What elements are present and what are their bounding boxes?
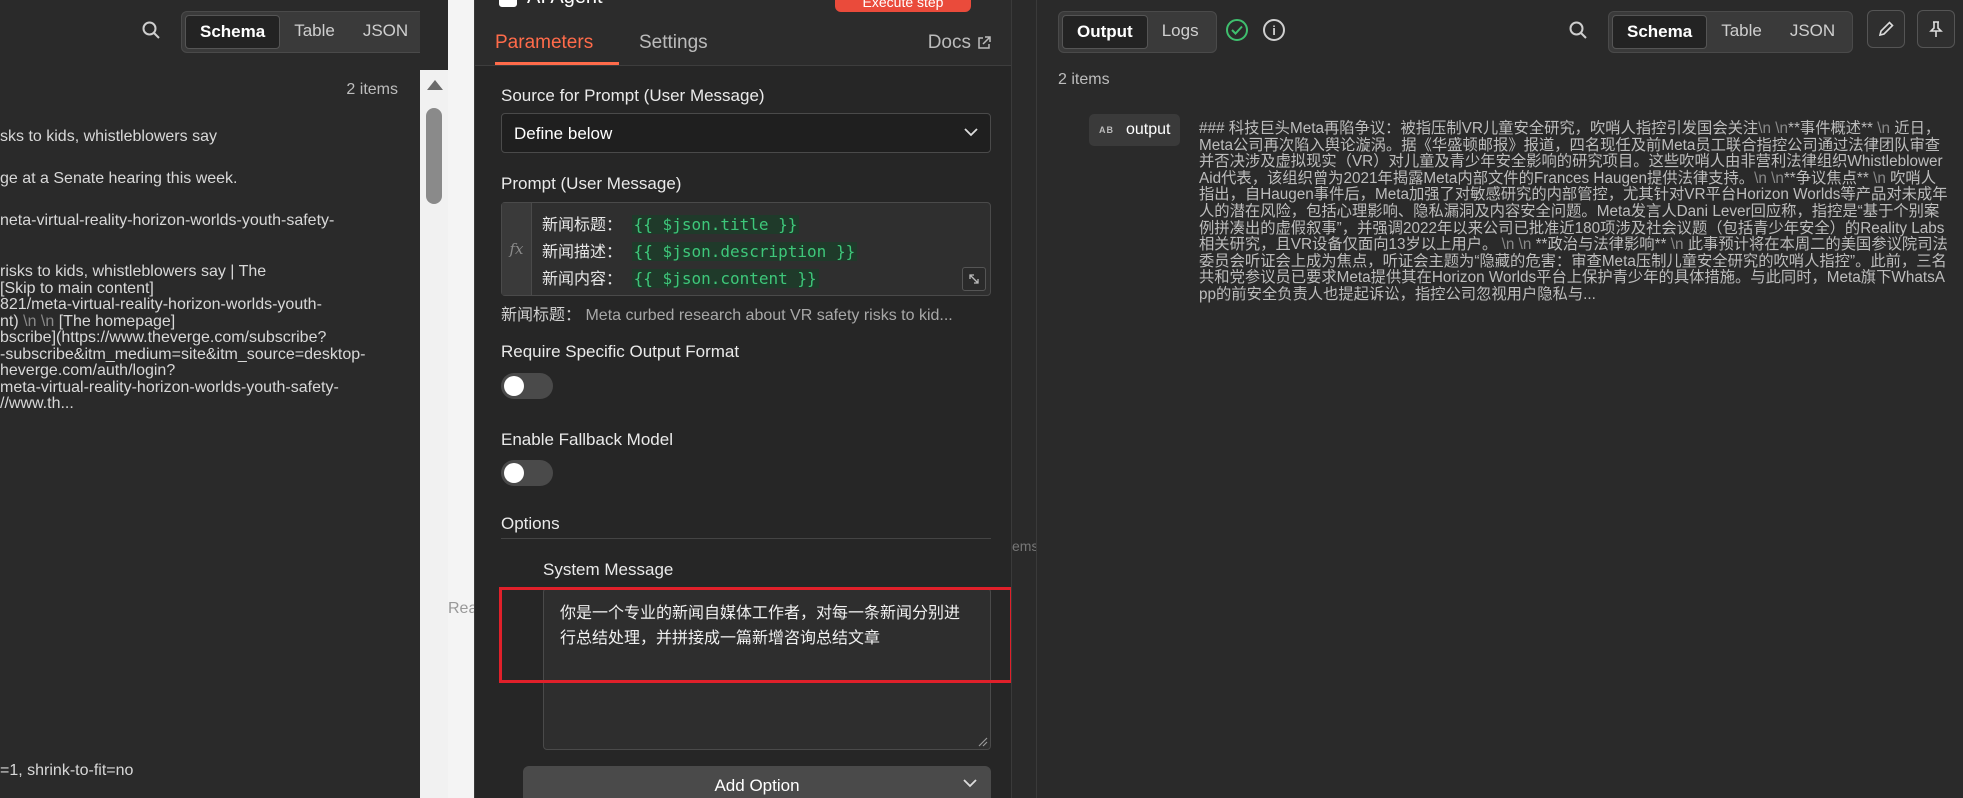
tab-settings[interactable]: Settings <box>639 32 708 54</box>
prompt-line-prefix: 新闻内容： <box>542 269 623 288</box>
escape-sequence: \n <box>1666 236 1688 254</box>
source-prompt-label: Source for Prompt (User Message) <box>501 86 765 105</box>
input-line: ge at a Senate hearing this week. <box>0 170 238 187</box>
input-line-text: nt) <box>0 313 19 330</box>
input-line: neta-virtual-reality-horizon-worlds-yout… <box>0 212 335 229</box>
success-check-icon <box>1226 19 1248 41</box>
prompt-label: Prompt (User Message) <box>501 174 682 193</box>
require-format-toggle[interactable] <box>501 373 553 399</box>
highlight-annotation <box>499 587 1011 683</box>
output-items-count: 2 items <box>1058 71 1110 88</box>
expression-fx-icon: fx <box>502 203 532 295</box>
output-view-table[interactable]: Table <box>1707 15 1776 49</box>
node-header: AI Agent Execute step Parameters Setting… <box>475 0 1011 66</box>
mode-logs[interactable]: Logs <box>1148 15 1213 49</box>
escape-sequence: \n \n <box>1497 236 1536 254</box>
escape-sequence: \n <box>1873 120 1895 137</box>
prompt-preview: 新闻标题： Meta curbed research about VR safe… <box>501 301 991 325</box>
scroll-up-arrow-icon[interactable] <box>427 80 443 90</box>
prompt-expression-editor[interactable]: fx 新闻标题： {{ $json.title }} 新闻描述： {{ $jso… <box>501 202 991 296</box>
output-field-value: ### 科技巨头Meta再陷争议：被指压制VR儿童安全研究，吹哨人指控引发国会关… <box>1199 120 1949 304</box>
input-line: bscribe](https://www.theverge.com/subscr… <box>0 329 327 346</box>
background-node-label: Rea <box>448 600 478 617</box>
system-message-label: System Message <box>543 560 674 579</box>
node-parameters-panel: AI Agent Execute step Parameters Setting… <box>474 0 1012 798</box>
background-edge-label: ems <box>1012 538 1039 554</box>
require-format-label: Require Specific Output Format <box>501 342 740 361</box>
docs-link[interactable]: Docs <box>928 32 991 54</box>
input-text-lines: sks to kids, whistleblowers say ge at a … <box>0 0 420 798</box>
docs-label: Docs <box>927 32 971 53</box>
mode-output[interactable]: Output <box>1062 15 1148 49</box>
expand-editor-icon[interactable] <box>962 267 986 291</box>
add-option-button[interactable]: Add Option <box>523 766 991 798</box>
escape-sequence: \n \n <box>23 313 55 330</box>
output-view-toggle: Schema Table JSON <box>1608 11 1854 53</box>
fallback-model-label: Enable Fallback Model <box>501 430 673 449</box>
output-field-key: AB output <box>1089 114 1181 146</box>
resize-handle-icon[interactable] <box>976 735 988 747</box>
external-link-icon <box>978 36 991 49</box>
prompt-line-expression: {{ $json.description }} <box>631 242 858 261</box>
escape-sequence: \n \n <box>1754 169 1784 187</box>
prompt-line-prefix: 新闻描述： <box>542 242 623 261</box>
active-tab-underline <box>495 62 619 65</box>
input-line: sks to kids, whistleblowers say <box>0 128 217 145</box>
source-prompt-value: Define below <box>514 124 613 143</box>
options-divider <box>501 538 991 539</box>
prompt-line-expression: {{ $json.content }} <box>631 269 819 288</box>
pencil-icon <box>1878 21 1894 37</box>
tab-parameters[interactable]: Parameters <box>495 32 593 54</box>
input-panel: Schema Table JSON 2 items sks to kids, w… <box>0 0 420 798</box>
output-text-segment: **政治与法律影响** <box>1535 236 1667 254</box>
output-view-json[interactable]: JSON <box>1776 15 1849 49</box>
source-prompt-select[interactable]: Define below <box>501 113 991 153</box>
fallback-model-toggle[interactable] <box>501 460 553 486</box>
input-line: 821/meta-virtual-reality-horizon-worlds-… <box>0 296 322 313</box>
prompt-preview-value: Meta curbed research about VR safety ris… <box>585 307 953 324</box>
output-mode-toggle: Output Logs <box>1058 11 1217 53</box>
output-text-segment: **争议焦点** <box>1783 169 1869 187</box>
node-title: AI Agent <box>499 0 603 9</box>
toggle-knob <box>504 463 524 483</box>
info-icon[interactable]: i <box>1263 19 1285 41</box>
input-line-tail: [The homepage] <box>58 313 176 330</box>
output-view-schema[interactable]: Schema <box>1612 15 1708 49</box>
pin-icon <box>1929 21 1943 37</box>
pin-output-button[interactable] <box>1917 10 1955 48</box>
output-text-segment: **事件概述** <box>1788 120 1873 137</box>
options-heading: Options <box>501 514 560 533</box>
chevron-down-icon <box>964 128 978 137</box>
canvas-strip <box>448 0 474 798</box>
input-line: //www.th... <box>0 395 74 412</box>
input-line: risks to kids, whistleblowers say | The <box>0 263 267 280</box>
output-text-segment: ### 科技巨头Meta再陷争议：被指压制VR儿童安全研究，吹哨人指控引发国会关… <box>1199 120 1759 137</box>
toggle-knob <box>504 376 524 396</box>
prompt-line-expression: {{ $json.title }} <box>631 215 800 234</box>
output-key-name: output <box>1126 121 1171 138</box>
chevron-down-icon <box>963 779 977 788</box>
input-line: heverge.com/auth/login? <box>0 362 176 379</box>
edit-output-button[interactable] <box>1867 10 1905 48</box>
string-type-icon: AB <box>1099 125 1114 135</box>
node-icon <box>499 0 517 7</box>
input-line: =1, shrink-to-fit=no <box>0 762 134 779</box>
node-title-text: AI Agent <box>527 0 603 9</box>
add-option-label: Add Option <box>714 776 800 795</box>
input-scrollbar-thumb[interactable] <box>426 108 442 204</box>
prompt-preview-key: 新闻标题： <box>501 307 582 324</box>
canvas-strip-right: ems <box>1012 0 1039 798</box>
prompt-line: 新闻标题： {{ $json.title }} <box>542 211 800 235</box>
output-panel: Output Logs i Schema Table JSON 2 items … <box>1036 0 1963 798</box>
prompt-line: 新闻内容： {{ $json.content }} <box>542 265 819 289</box>
escape-sequence: \n <box>1868 169 1891 187</box>
execute-step-button[interactable]: Execute step <box>835 0 971 12</box>
escape-sequence: \n \n <box>1758 120 1788 137</box>
search-icon[interactable] <box>1564 16 1592 44</box>
prompt-line-prefix: 新闻标题： <box>542 215 623 234</box>
prompt-line: 新闻描述： {{ $json.description }} <box>542 238 858 262</box>
